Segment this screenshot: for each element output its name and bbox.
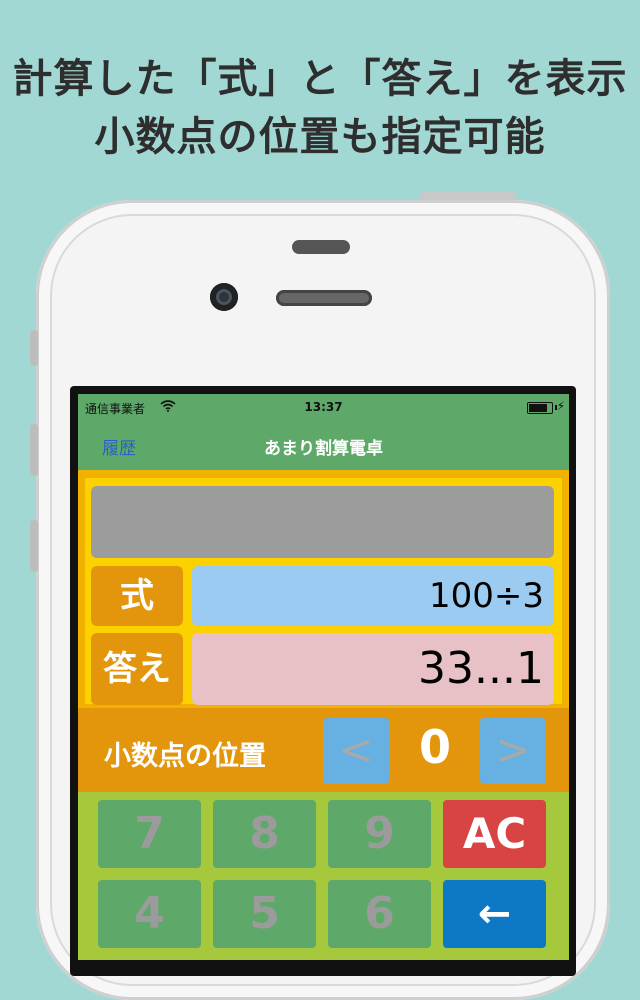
earpiece-speaker (276, 290, 372, 306)
clear-button[interactable]: AC (443, 800, 546, 868)
top-slot (292, 240, 350, 254)
input-display (91, 486, 554, 558)
keypad: 7 8 9 AC 4 5 6 ← (78, 792, 569, 960)
headline-line-1: 計算した「式」と「答え」を表示 (12, 56, 628, 102)
battery-icon (527, 402, 553, 414)
charging-icon: ⚡ (556, 399, 565, 413)
front-camera (210, 283, 238, 311)
key-7[interactable]: 7 (98, 800, 201, 868)
status-time: 13:37 (304, 400, 343, 414)
decimal-position-label: 小数点の位置 (104, 741, 266, 772)
expression-label: 式 (91, 566, 183, 626)
status-bar: 通信事業者 13:37 ⚡ (78, 394, 569, 420)
answer-value: 33...1 (192, 633, 554, 705)
answer-label: 答え (91, 633, 183, 705)
volume-up-button (30, 424, 38, 476)
key-4[interactable]: 4 (98, 880, 201, 948)
nav-bar: 履歴 あまり割算電卓 (78, 420, 569, 470)
app-screen: 通信事業者 13:37 ⚡ 履歴 あまり割算電卓 式 100÷3 答え 33..… (78, 394, 569, 960)
headline-line-2: 小数点の位置も指定可能 (94, 114, 546, 160)
backspace-button[interactable]: ← (443, 880, 546, 948)
key-8[interactable]: 8 (213, 800, 316, 868)
nav-title: あまり割算電卓 (264, 439, 383, 459)
mute-switch (30, 330, 38, 366)
decimal-increment-button[interactable]: > (480, 718, 546, 784)
key-9[interactable]: 9 (328, 800, 431, 868)
decimal-position-row: 小数点の位置 < 0 > (78, 708, 569, 792)
decimal-decrement-button[interactable]: < (323, 718, 389, 784)
decimal-position-value: 0 (418, 720, 451, 774)
display-panel: 式 100÷3 答え 33...1 (85, 478, 562, 705)
expression-value: 100÷3 (192, 566, 554, 626)
volume-down-button (30, 520, 38, 572)
key-5[interactable]: 5 (213, 880, 316, 948)
key-6[interactable]: 6 (328, 880, 431, 948)
display-area: 式 100÷3 答え 33...1 (78, 470, 569, 708)
